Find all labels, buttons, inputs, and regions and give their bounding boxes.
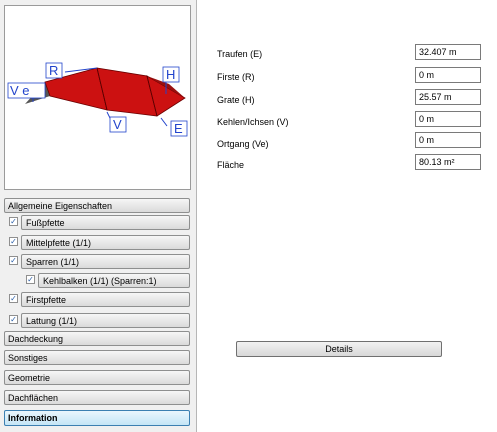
sidebar-item-label: Fußpfette (26, 218, 65, 228)
sidebar-item-fusspfette[interactable]: Fußpfette (21, 215, 190, 230)
sidebar-item-allgemeine-eigenschaften[interactable]: Allgemeine Eigenschaften (4, 198, 190, 213)
traufen-value[interactable]: 32.407 m (415, 44, 481, 60)
sidebar-item-firstpfette[interactable]: Firstpfette (21, 292, 190, 307)
roof-illustration: R V e H V E (7, 62, 188, 137)
details-button[interactable]: Details (236, 341, 442, 357)
checkbox-fusspfette[interactable]: ✓ (9, 217, 18, 226)
label-h: H (166, 67, 175, 82)
sidebar-item-information[interactable]: Information (4, 410, 190, 426)
label-e: E (174, 121, 183, 136)
sidebar-item-sparren[interactable]: Sparren (1/1) (21, 254, 190, 269)
checkbox-lattung[interactable]: ✓ (9, 315, 18, 324)
left-panel: R V e H V E Allgemeine Eigenschaften ✓ F… (0, 0, 197, 432)
checkbox-kehlbalken[interactable]: ✓ (26, 275, 35, 284)
firste-label: Firste (R) (217, 72, 255, 82)
sidebar-item-lattung[interactable]: Lattung (1/1) (21, 313, 190, 328)
sidebar-item-label: Sonstiges (8, 353, 48, 363)
grate-label: Grate (H) (217, 95, 255, 105)
sidebar-item-label: Lattung (1/1) (26, 316, 78, 326)
sidebar-item-label: Information (8, 413, 58, 423)
label-r: R (49, 63, 58, 78)
checkbox-mittelpfette[interactable]: ✓ (9, 237, 18, 246)
sidebar-item-label: Firstpfette (26, 295, 67, 305)
sidebar-item-label: Sparren (1/1) (26, 257, 80, 267)
sidebar-item-label: Mittelpfette (1/1) (26, 238, 92, 248)
sidebar-item-label: Dachdeckung (8, 334, 64, 344)
sidebar-item-dachdeckung[interactable]: Dachdeckung (4, 331, 190, 346)
sidebar-item-label: Allgemeine Eigenschaften (8, 201, 113, 211)
traufen-label: Traufen (E) (217, 49, 263, 59)
checkbox-firstpfette[interactable]: ✓ (9, 294, 18, 303)
ortgang-label: Ortgang (Ve) (217, 139, 269, 149)
sidebar-item-mittelpfette[interactable]: Mittelpfette (1/1) (21, 235, 190, 250)
flaeche-value[interactable]: 80.13 m² (415, 154, 481, 170)
sidebar-item-dachflaechen[interactable]: Dachflächen (4, 390, 190, 405)
sidebar-item-kehlbalken[interactable]: Kehlbalken (1/1) (Sparren:1) (38, 273, 190, 288)
label-v: V (113, 117, 122, 132)
sidebar-item-geometrie[interactable]: Geometrie (4, 370, 190, 385)
ortgang-value[interactable]: 0 m (415, 132, 481, 148)
sidebar-item-label: Dachflächen (8, 393, 59, 403)
sidebar-item-sonstiges[interactable]: Sonstiges (4, 350, 190, 365)
roof-preview: R V e H V E (4, 5, 191, 190)
firste-value[interactable]: 0 m (415, 67, 481, 83)
sidebar-item-label: Geometrie (8, 373, 51, 383)
grate-value[interactable]: 25.57 m (415, 89, 481, 105)
flaeche-label: Fläche (217, 160, 245, 170)
information-panel: Traufen (E) 32.407 m Firste (R) 0 m Grat… (197, 0, 497, 432)
label-ve: V e (10, 83, 30, 98)
checkbox-sparren[interactable]: ✓ (9, 256, 18, 265)
kehlen-value[interactable]: 0 m (415, 111, 481, 127)
sidebar-item-label: Kehlbalken (1/1) (Sparren:1) (43, 276, 157, 286)
kehlen-label: Kehlen/Ichsen (V) (217, 117, 289, 127)
